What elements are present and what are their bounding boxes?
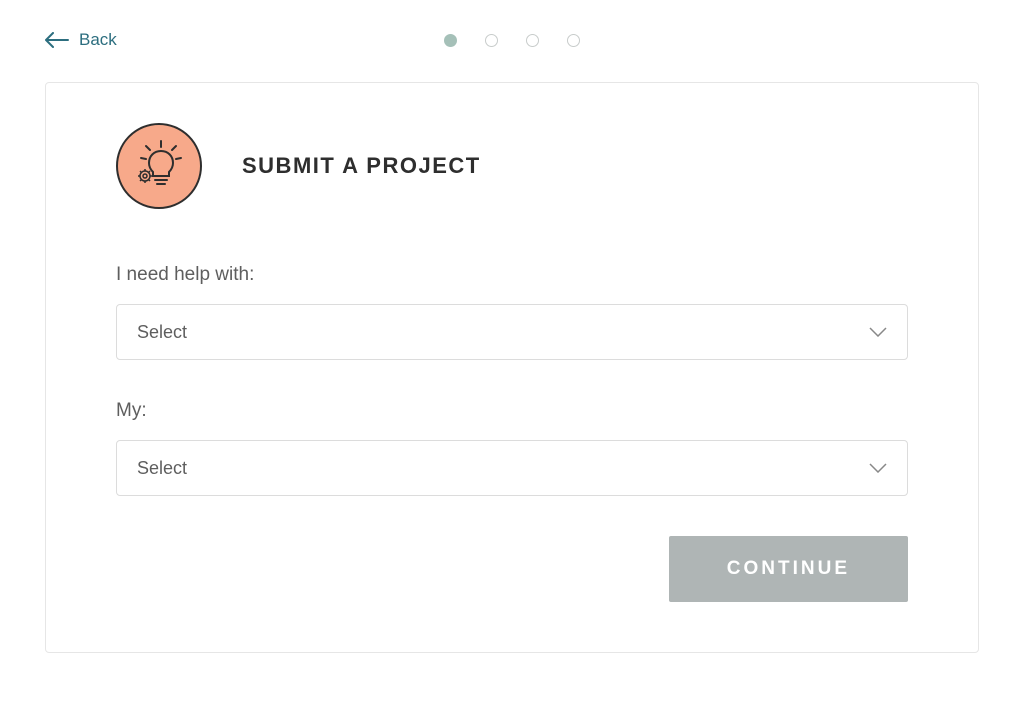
project-idea-icon	[116, 123, 202, 209]
back-label: Back	[79, 30, 117, 50]
my-select[interactable]: Select	[116, 440, 908, 496]
top-navigation: Back	[45, 20, 979, 60]
arrow-left-icon	[45, 32, 69, 48]
help-with-select[interactable]: Select	[116, 304, 908, 360]
progress-dot-4	[567, 34, 580, 47]
my-selected-value: Select	[137, 458, 187, 479]
page-title: SUBMIT A PROJECT	[242, 153, 481, 179]
chevron-down-icon	[869, 463, 887, 473]
form-card: SUBMIT A PROJECT I need help with: Selec…	[45, 82, 979, 653]
button-row: CONTINUE	[116, 536, 908, 602]
progress-dot-1	[444, 34, 457, 47]
progress-indicator	[444, 34, 580, 47]
my-field: My: Select	[116, 400, 908, 496]
help-with-selected-value: Select	[137, 322, 187, 343]
progress-dot-3	[526, 34, 539, 47]
my-label: My:	[116, 400, 908, 422]
back-button[interactable]: Back	[45, 30, 117, 50]
progress-dot-2	[485, 34, 498, 47]
continue-button[interactable]: CONTINUE	[669, 536, 908, 602]
help-with-field: I need help with: Select	[116, 264, 908, 360]
chevron-down-icon	[869, 327, 887, 337]
help-with-label: I need help with:	[116, 264, 908, 286]
card-header: SUBMIT A PROJECT	[116, 123, 908, 209]
